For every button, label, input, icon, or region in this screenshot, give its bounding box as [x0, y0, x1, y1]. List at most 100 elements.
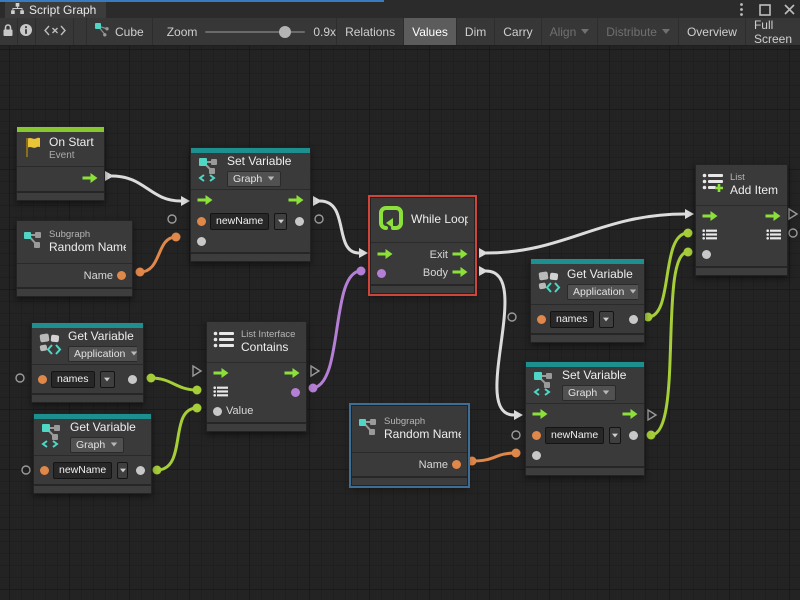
- node-get-variable-graph[interactable]: Get Variable Graph newName: [33, 413, 152, 494]
- name-input-port[interactable]: [537, 315, 546, 324]
- variable-picker-button[interactable]: [117, 462, 128, 479]
- node-set-variable-2[interactable]: Set Variable Graph newName: [525, 361, 645, 476]
- while-loop-icon: [377, 204, 405, 237]
- result-output-port[interactable]: [291, 388, 300, 397]
- distribute-button[interactable]: Distribute: [598, 18, 679, 45]
- port-label: Exit: [430, 249, 448, 261]
- value-input-port[interactable]: [213, 407, 222, 416]
- node-set-variable-1[interactable]: Set Variable Graph newName: [190, 147, 311, 262]
- chevron-down-icon: [630, 290, 636, 294]
- value-output-port[interactable]: [136, 466, 145, 475]
- fullscreen-button[interactable]: Full Screen: [746, 18, 800, 45]
- port-label: Name: [419, 459, 448, 471]
- carry-button[interactable]: Carry: [495, 18, 541, 45]
- condition-input-port[interactable]: [377, 269, 386, 278]
- node-title: Get Variable: [68, 330, 137, 344]
- variable-name-field[interactable]: names: [51, 371, 95, 388]
- variable-picker-button[interactable]: [599, 311, 614, 328]
- port-label: Body: [423, 267, 448, 279]
- name-input-port[interactable]: [197, 217, 206, 226]
- dim-button[interactable]: Dim: [457, 18, 495, 45]
- node-title: Add Item: [730, 184, 778, 198]
- node-list-contains[interactable]: List InterfaceContains Value: [206, 321, 307, 432]
- values-button[interactable]: Values: [404, 18, 457, 45]
- window-controls: [734, 2, 796, 17]
- node-get-variable-app-2[interactable]: Get Variable Application names: [530, 258, 645, 343]
- align-button[interactable]: Align: [542, 18, 599, 45]
- flow-out-port[interactable]: [82, 173, 98, 186]
- variable-picker-button[interactable]: [274, 213, 287, 230]
- variable-name-field[interactable]: newName: [545, 427, 604, 444]
- unity-script-graph-window: Script Graph: [0, 0, 800, 600]
- variable-name-field[interactable]: newName: [210, 213, 269, 230]
- close-icon[interactable]: [782, 3, 796, 17]
- body-flow-out-port[interactable]: [452, 267, 468, 280]
- variable-picker-button[interactable]: [100, 371, 115, 388]
- value-output-port[interactable]: [629, 315, 638, 324]
- variable-picker-button[interactable]: [609, 427, 621, 444]
- flow-out-port[interactable]: [284, 368, 300, 381]
- relations-button[interactable]: Relations: [336, 18, 404, 45]
- scope-dropdown[interactable]: Graph: [70, 437, 124, 453]
- name-input-port[interactable]: [532, 431, 541, 440]
- list-output-port[interactable]: [766, 229, 781, 243]
- flow-in-port[interactable]: [377, 249, 393, 262]
- inspect-button[interactable]: [18, 18, 36, 45]
- toolbar-toggles: Relations Values Dim Carry Align Distrib…: [336, 18, 800, 45]
- node-get-variable-app-1[interactable]: Get Variable Application names: [31, 322, 144, 403]
- kebab-menu-icon[interactable]: [734, 3, 748, 17]
- lock-button[interactable]: [0, 18, 18, 45]
- scope-dropdown[interactable]: Graph: [227, 171, 281, 187]
- list-input-port[interactable]: [213, 386, 228, 400]
- value-output-port[interactable]: [629, 431, 638, 440]
- flow-out-port[interactable]: [622, 409, 638, 422]
- chevron-down-icon: [268, 177, 274, 181]
- zoom-control: Zoom 0.9x: [167, 25, 336, 39]
- zoom-slider[interactable]: [205, 31, 305, 33]
- flow-in-port[interactable]: [213, 368, 229, 381]
- node-subgraph-2[interactable]: SubgraphRandom Name Name: [351, 405, 468, 486]
- node-subgraph-1[interactable]: SubgraphRandom Name Name: [16, 220, 133, 297]
- node-title: Set Variable: [562, 369, 626, 383]
- value-output-port[interactable]: [128, 375, 137, 384]
- code-preview-button[interactable]: [36, 18, 75, 45]
- exit-flow-out-port[interactable]: [452, 249, 468, 262]
- maximize-icon[interactable]: [758, 3, 772, 17]
- flow-in-port[interactable]: [702, 211, 718, 224]
- graph-target-label: Cube: [115, 25, 144, 39]
- name-output-port[interactable]: [117, 271, 126, 280]
- value-output-port[interactable]: [295, 217, 304, 226]
- value-input-port[interactable]: [532, 451, 541, 460]
- node-kind: List: [730, 173, 778, 184]
- value-input-port[interactable]: [197, 237, 206, 246]
- flag-icon: [23, 136, 43, 163]
- name-input-port[interactable]: [38, 375, 47, 384]
- tab-script-graph[interactable]: Script Graph: [5, 2, 106, 18]
- flow-in-port[interactable]: [532, 409, 548, 422]
- scope-dropdown[interactable]: Application: [68, 346, 137, 362]
- item-input-port[interactable]: [702, 250, 711, 259]
- node-while-loop[interactable]: While Loop Exit Body: [370, 197, 475, 294]
- overview-button[interactable]: Overview: [679, 18, 746, 45]
- chevron-down-icon: [111, 443, 117, 447]
- node-title: On Start: [49, 136, 94, 150]
- chevron-down-icon: [603, 391, 609, 395]
- node-kind: Subgraph: [49, 230, 126, 241]
- node-title: While Loop: [411, 213, 468, 227]
- list-icon: [213, 331, 235, 353]
- name-output-port[interactable]: [452, 460, 461, 469]
- scope-dropdown[interactable]: Application: [567, 284, 638, 300]
- flow-in-port[interactable]: [197, 195, 213, 208]
- scope-dropdown[interactable]: Graph: [562, 385, 616, 401]
- flow-out-port[interactable]: [288, 195, 304, 208]
- graph-variable-icon: [532, 370, 556, 401]
- node-on-start[interactable]: On StartEvent: [16, 126, 105, 201]
- name-input-port[interactable]: [40, 466, 49, 475]
- flow-out-port[interactable]: [765, 211, 781, 224]
- variable-name-field[interactable]: newName: [53, 462, 112, 479]
- variable-name-field[interactable]: names: [550, 311, 594, 328]
- list-input-port[interactable]: [702, 229, 717, 243]
- zoom-slider-handle[interactable]: [279, 26, 291, 38]
- graph-target-button[interactable]: Cube: [86, 18, 153, 45]
- node-list-add-item[interactable]: ListAdd Item: [695, 164, 788, 276]
